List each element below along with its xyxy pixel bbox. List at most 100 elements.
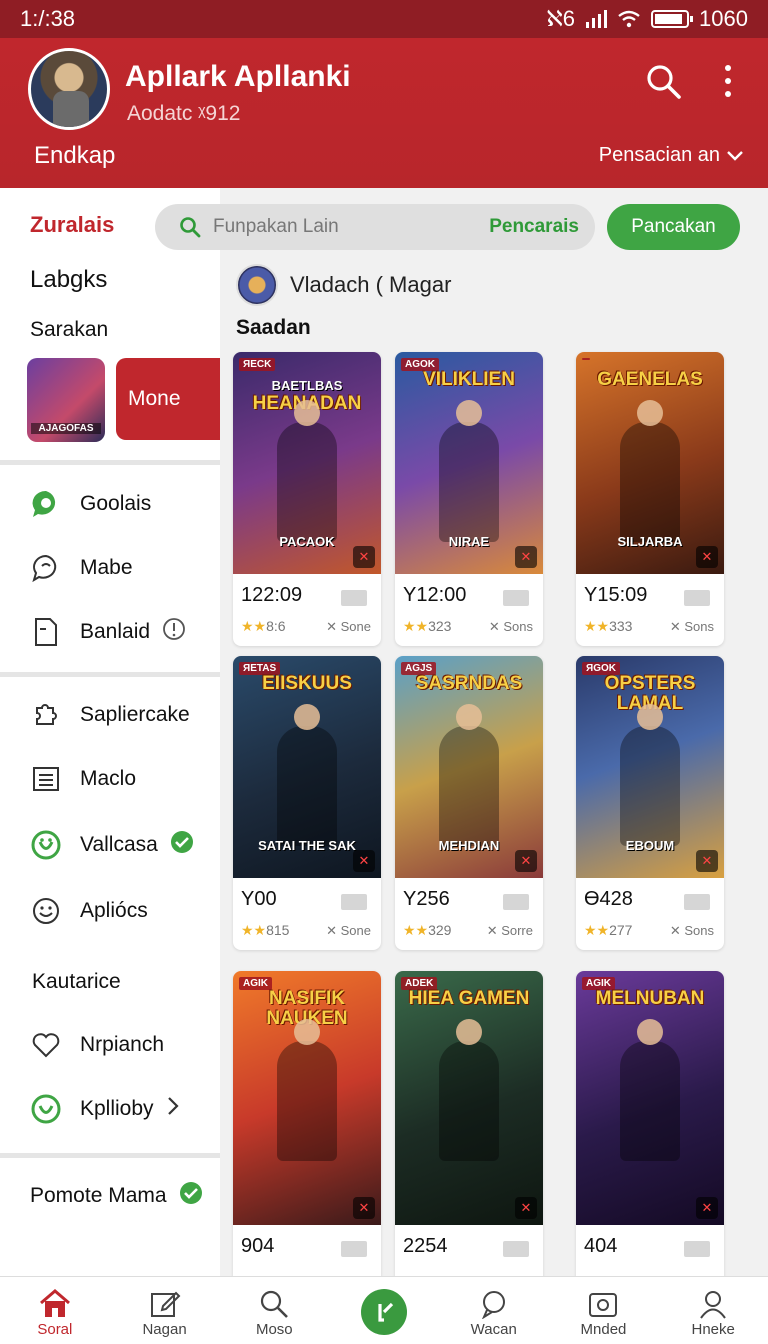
search-icon	[180, 217, 201, 238]
game-card[interactable]: AGJS SASRNDAS MEHDIAN ✕ Y256 ★★329 ✕ Sor…	[395, 656, 543, 950]
game-card[interactable]: GAENELAS SILJARBA ✕ Y15:09 ★★333 ✕ Sons	[576, 352, 724, 646]
primary-action-button[interactable]: Pancakan	[607, 204, 740, 250]
sidebar-item-pomote-mama[interactable]: Pomote Mama	[30, 1176, 220, 1216]
cover-title: GAENELAS	[597, 369, 703, 390]
sidebar-item-mabe[interactable]: Mabe	[30, 548, 220, 588]
sidebar-item-label: Pomote Mama	[30, 1184, 167, 1207]
card-tag-chip	[503, 590, 529, 606]
nav-moso[interactable]: Moso	[219, 1277, 329, 1344]
sidebar-item-sapliercake[interactable]: Sapliercake	[30, 695, 220, 735]
card-info: Y15:09 ★★333 ✕ Sons	[576, 574, 724, 646]
app-avatar[interactable]	[28, 48, 110, 130]
section-title[interactable]: Vladach ( Magar	[290, 272, 451, 298]
sidebar-item-label: Nrpianch	[80, 1033, 165, 1056]
cover-character	[277, 1019, 337, 1161]
heart-icon	[30, 1029, 62, 1061]
game-card[interactable]: ЯECK BAETLBAS HEANADAN PACAOK ✕ 122:09 ★…	[233, 352, 381, 646]
meta-value: Sone	[340, 619, 371, 634]
battery-icon	[651, 10, 694, 28]
game-cover-art: AGIK NASIFIK NAUKEN ✕	[233, 971, 381, 1225]
sidebar-item-kpllioby[interactable]: Kpllioby	[30, 1089, 220, 1129]
nav-label: Soral	[37, 1321, 73, 1338]
game-cover-art: GAENELAS SILJARBA ✕	[576, 352, 724, 574]
game-card[interactable]: ЯGOK OPSTERS LAMAL EBOUM ✕ Ɵ428 ★★277 ✕ …	[576, 656, 724, 950]
header-dropdown-label: Pensacian an	[598, 144, 720, 166]
card-info: Ɵ428 ★★277 ✕ Sons	[576, 878, 724, 950]
chevron-down-icon	[727, 150, 743, 161]
card-tag-chip	[341, 1241, 367, 1257]
more-menu-icon[interactable]	[716, 62, 740, 100]
search-action[interactable]: Pencarais	[489, 216, 579, 238]
nav-home[interactable]: Soral	[0, 1277, 110, 1344]
sidebar-item-vallcasa[interactable]: Vallcasa	[30, 825, 220, 865]
star-icon: ★★	[241, 922, 267, 938]
edit-icon	[148, 1287, 182, 1321]
nav-mnded[interactable]: Mnded	[549, 1277, 659, 1344]
game-cover-art: ЯECK BAETLBAS HEANADAN PACAOK ✕	[233, 352, 381, 574]
meta-value: Sone	[340, 923, 371, 938]
sidebar-heading: Labgks	[30, 266, 108, 293]
sidebar-item-nrpianch[interactable]: Nrpianch	[30, 1025, 220, 1065]
cover-title: MELNUBAN	[595, 988, 705, 1009]
game-card[interactable]: AGIK MELNUBAN ✕ 404	[576, 971, 724, 1297]
sidebar-brand[interactable]: Zuralais	[30, 212, 114, 238]
search-bar[interactable]: Funpakan Lain Pencarais	[155, 204, 595, 250]
cover-corner-icon: ✕	[515, 1197, 537, 1219]
search-input[interactable]: Funpakan Lain	[213, 216, 489, 238]
status-bar: 1:/:38 ℵ6 1060	[0, 0, 768, 38]
sidebar-item-maclo[interactable]: Maclo	[30, 759, 220, 799]
sidebar-item-label: Goolais	[80, 492, 152, 515]
card-tag-chip	[503, 894, 529, 910]
game-card[interactable]: AGIK NASIFIK NAUKEN ✕ 904	[233, 971, 381, 1297]
card-info: Y256 ★★329 ✕ Sorre	[395, 878, 543, 950]
card-price: Y15:09	[584, 584, 648, 606]
header-left-tab[interactable]: Endkap	[34, 142, 115, 170]
add-icon	[361, 1289, 408, 1335]
game-card[interactable]: ЯETAS EIISKUUS SATAI THE SAK ✕ Y00 ★★815…	[233, 656, 381, 950]
sidebar-item-aplics[interactable]: Apliócs	[30, 891, 220, 931]
cover-corner-icon: ✕	[353, 1197, 375, 1219]
nav-label: Nagan	[142, 1321, 187, 1338]
nav-hneke[interactable]: Hneke	[658, 1277, 768, 1344]
sidebar-item-banlaid[interactable]: Banlaid	[30, 612, 220, 652]
card-price: Ɵ428	[584, 888, 633, 910]
chevron-right-icon	[166, 1096, 180, 1122]
meta-value: Sons	[684, 923, 714, 938]
card-info: Y12:00 ★★323 ✕ Sons	[395, 574, 543, 646]
card-meta: ✕ Sorre	[486, 923, 533, 938]
signal-icon	[586, 10, 608, 28]
nav-nagan[interactable]: Nagan	[110, 1277, 220, 1344]
nav-label: Mnded	[580, 1321, 627, 1338]
sidebar-item-goolais[interactable]: Goolais	[30, 484, 220, 524]
info-icon[interactable]	[162, 617, 186, 647]
header-dropdown[interactable]: Pensacian an	[599, 144, 744, 167]
game-card[interactable]: AGOK VILIKLIEN NIRAE ✕ Y12:00 ★★323 ✕ So…	[395, 352, 543, 646]
star-icon: ★★	[403, 618, 429, 634]
more-button[interactable]: Mone	[116, 358, 226, 440]
chat-icon	[477, 1287, 511, 1321]
cover-title: HIEA GAMEN	[408, 988, 530, 1009]
nav-wacan[interactable]: Wacan	[439, 1277, 549, 1344]
search-icon[interactable]	[644, 62, 682, 100]
verified-icon	[170, 830, 194, 860]
star-icon: ★★	[241, 618, 267, 634]
cover-corner-icon: ✕	[515, 546, 537, 568]
cover-title-top: BAETLBAS	[271, 378, 343, 393]
card-meta: ✕ Sons	[669, 619, 714, 634]
game-card[interactable]: ADEK HIEA GAMEN ✕ 2254	[395, 971, 543, 1297]
star-icon: ★★	[403, 922, 429, 938]
nav-center-action[interactable]	[329, 1277, 439, 1344]
cover-corner-icon: ✕	[696, 1197, 718, 1219]
rating-value: 329	[428, 922, 452, 938]
cover-title: VILIKLIEN	[423, 369, 515, 390]
card-rating: ★★277	[584, 922, 632, 939]
rating-value: 333	[609, 618, 633, 634]
sidebar-item-label: Sapliercake	[80, 703, 190, 726]
card-tag-chip	[684, 894, 710, 910]
sidebar-featured-thumbnail[interactable]: AJAGOFAS	[27, 358, 105, 442]
card-rating: ★★815	[241, 922, 289, 939]
app-header: Apllark Apllanki Aodatc ᵡ912 Endkap Pens…	[0, 38, 768, 188]
status-time: 1:/:38	[20, 6, 76, 31]
card-tag-chip	[684, 590, 710, 606]
document-icon	[30, 616, 62, 648]
